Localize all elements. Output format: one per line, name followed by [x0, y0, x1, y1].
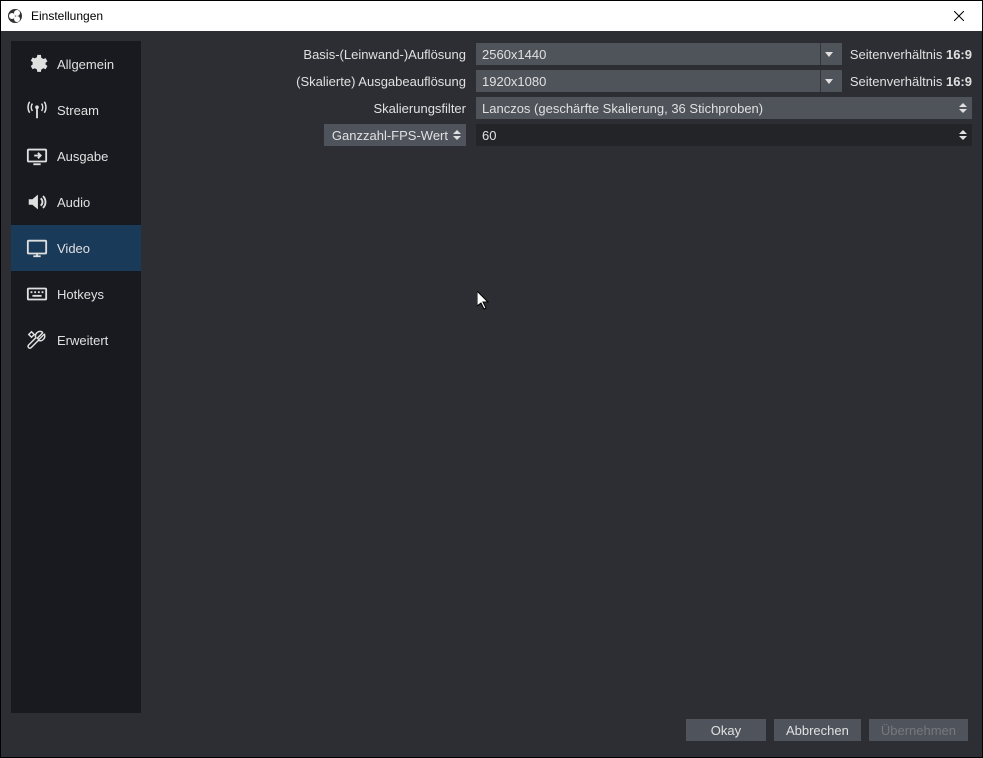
- sidebar-item-advanced[interactable]: Erweitert: [11, 317, 141, 363]
- close-icon: [954, 11, 964, 21]
- sidebar-item-general[interactable]: Allgemein: [11, 41, 141, 87]
- video-settings-pane: Basis-(Leinwand-)Auflösung 2560x1440 Sei…: [151, 41, 972, 713]
- sidebar-item-hotkeys[interactable]: Hotkeys: [11, 271, 141, 317]
- window-title: Einstellungen: [31, 9, 103, 23]
- fps-type-value: Ganzzahl-FPS-Wert: [332, 128, 448, 143]
- stepper-icon: [450, 124, 464, 146]
- downscale-filter-value: Lanczos (geschärfte Skalierung, 36 Stich…: [482, 101, 763, 116]
- titlebar: Einstellungen: [1, 1, 982, 31]
- hotkeys-icon: [23, 283, 51, 305]
- fps-type-combo[interactable]: Ganzzahl-FPS-Wert: [324, 124, 466, 146]
- sidebar-item-label: Audio: [57, 195, 90, 210]
- window-body: Allgemein Stream Ausgabe: [1, 31, 982, 757]
- stepper-icon: [956, 124, 970, 146]
- cursor-icon: [477, 291, 491, 314]
- output-resolution-combo[interactable]: 1920x1080: [476, 70, 842, 92]
- cancel-button[interactable]: Abbrechen: [774, 719, 861, 741]
- sidebar-item-video[interactable]: Video: [11, 225, 141, 271]
- sidebar-item-output[interactable]: Ausgabe: [11, 133, 141, 179]
- stepper-icon: [956, 97, 970, 119]
- base-resolution-combo[interactable]: 2560x1440: [476, 43, 842, 65]
- base-resolution-value: 2560x1440: [482, 47, 546, 62]
- sidebar-item-label: Ausgabe: [57, 149, 108, 164]
- audio-icon: [23, 191, 51, 213]
- fps-value-field[interactable]: 60: [476, 124, 972, 146]
- output-resolution-value: 1920x1080: [482, 74, 546, 89]
- fps-value: 60: [482, 128, 496, 143]
- advanced-icon: [23, 329, 51, 351]
- downscale-filter-label: Skalierungsfilter: [151, 101, 476, 116]
- base-resolution-aspect: Seitenverhältnis 16:9: [850, 47, 972, 62]
- output-resolution-label: (Skalierte) Ausgabeauflösung: [151, 74, 476, 89]
- sidebar-item-label: Allgemein: [57, 57, 114, 72]
- apply-button[interactable]: Übernehmen: [869, 719, 968, 741]
- sidebar-item-stream[interactable]: Stream: [11, 87, 141, 133]
- sidebar: Allgemein Stream Ausgabe: [11, 41, 141, 713]
- sidebar-item-label: Stream: [57, 103, 99, 118]
- sidebar-item-label: Video: [57, 241, 90, 256]
- stream-icon: [23, 99, 51, 121]
- footer: Okay Abbrechen Übernehmen: [11, 713, 972, 747]
- close-button[interactable]: [936, 1, 982, 31]
- base-resolution-label: Basis-(Leinwand-)Auflösung: [151, 47, 476, 62]
- chevron-down-icon: [820, 70, 838, 92]
- output-resolution-aspect: Seitenverhältnis 16:9: [850, 74, 972, 89]
- video-icon: [23, 237, 51, 259]
- sidebar-item-audio[interactable]: Audio: [11, 179, 141, 225]
- downscale-filter-combo[interactable]: Lanczos (geschärfte Skalierung, 36 Stich…: [476, 97, 972, 119]
- output-icon: [23, 145, 51, 167]
- ok-button[interactable]: Okay: [686, 719, 766, 741]
- sidebar-item-label: Hotkeys: [57, 287, 104, 302]
- settings-window: Einstellungen Allgemein Stream: [0, 0, 983, 758]
- gear-icon: [23, 53, 51, 75]
- sidebar-item-label: Erweitert: [57, 333, 108, 348]
- chevron-down-icon: [820, 43, 838, 65]
- app-icon: [7, 8, 23, 24]
